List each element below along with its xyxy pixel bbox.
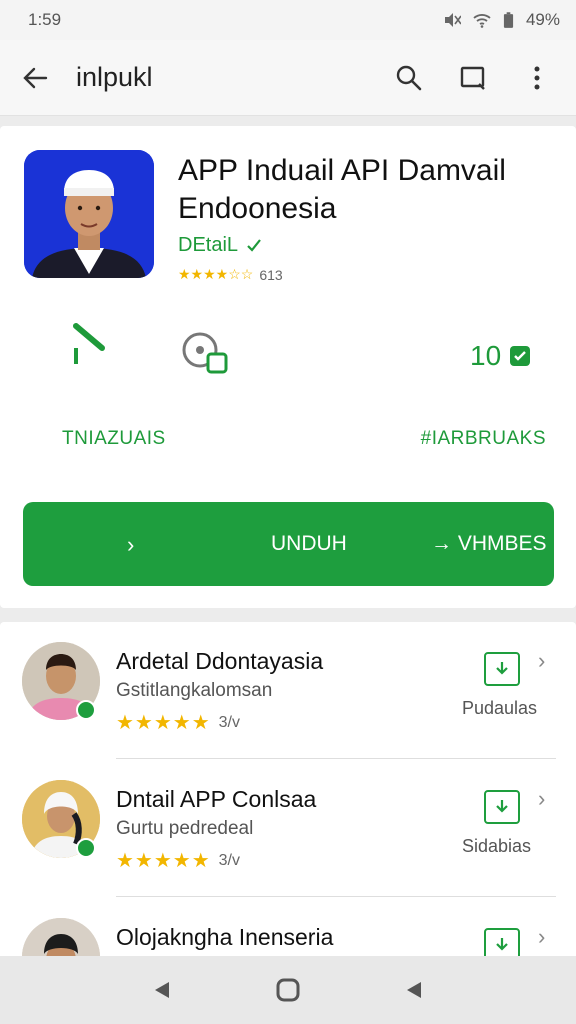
divider bbox=[116, 896, 556, 897]
chevron-right-icon[interactable]: › bbox=[538, 786, 545, 812]
item-stars: ★★★★★ bbox=[116, 712, 211, 734]
rating-stars: ★★★★☆☆ bbox=[178, 266, 254, 282]
top-app-bar: inlpukl bbox=[0, 40, 576, 116]
cast-icon[interactable] bbox=[458, 63, 488, 93]
divider bbox=[116, 758, 556, 759]
rating-count: 613 bbox=[259, 266, 283, 283]
list-item[interactable]: Ardetal Ddontayasia Gstitlangkalomsan ★★… bbox=[0, 622, 576, 760]
install-label: UNDUH bbox=[271, 532, 347, 555]
item-name: Ardetal Ddontayasia bbox=[116, 648, 324, 674]
item-rating: ★★★★★ 3/v bbox=[116, 848, 240, 873]
stat-left-label: TNIAZUAIS bbox=[62, 428, 166, 449]
wifi-icon bbox=[473, 14, 491, 28]
related-apps-card: Ardetal Ddontayasia Gstitlangkalomsan ★★… bbox=[0, 622, 576, 962]
app-rating: ★★★★☆☆ 613 bbox=[178, 266, 283, 283]
chevron-right-icon[interactable]: › bbox=[538, 924, 545, 950]
check-badge-icon bbox=[510, 346, 531, 366]
status-icons: 49% bbox=[443, 10, 560, 30]
app-detail-card: APP Induail API Damvail Endoonesia DEtai… bbox=[0, 126, 576, 608]
developer-name: DEtaiL bbox=[178, 234, 239, 256]
stat-number: 10 bbox=[470, 340, 502, 371]
disc-icon bbox=[182, 332, 228, 374]
item-action-label: Pudaulas bbox=[462, 698, 538, 718]
developer-link[interactable]: DEtaiL bbox=[178, 234, 262, 257]
item-subtitle: Gstitlangkalomsan bbox=[116, 680, 273, 701]
item-rating-value: 3/v bbox=[218, 713, 240, 731]
mute-icon bbox=[444, 13, 461, 27]
app-icon-portrait bbox=[24, 150, 154, 278]
system-nav-bar bbox=[0, 956, 576, 1024]
item-stars: ★★★★★ bbox=[116, 850, 211, 872]
nav-recents-icon[interactable] bbox=[403, 979, 425, 1001]
download-icon[interactable] bbox=[484, 652, 520, 686]
item-name: Dntail APP Conlsaa bbox=[116, 786, 317, 812]
nav-home-icon[interactable] bbox=[276, 978, 300, 1002]
search-icon[interactable] bbox=[394, 63, 424, 93]
status-bar: 1:59 49% bbox=[0, 0, 576, 40]
item-rating: ★★★★★ 3/v bbox=[116, 710, 240, 735]
brush-icon bbox=[73, 323, 105, 364]
install-button[interactable]: › UNDUH → VHMBES bbox=[23, 502, 554, 586]
stat-value: 10 bbox=[470, 340, 531, 372]
item-action-label: Sidabias bbox=[462, 836, 532, 856]
more-label: → VHMBES bbox=[431, 532, 547, 555]
app-title: APP Induail API Damvail Endoonesia bbox=[178, 154, 506, 225]
list-item[interactable]: Olojakngha Inenseria › bbox=[0, 898, 576, 962]
item-name: Olojakngha Inenseria bbox=[116, 924, 334, 950]
toolbar-actions bbox=[394, 63, 552, 93]
battery-percent: 49% bbox=[525, 10, 560, 29]
chevron-right-icon[interactable]: › bbox=[538, 648, 545, 674]
page-title: inlpukl bbox=[76, 62, 153, 92]
battery-icon bbox=[503, 11, 514, 28]
status-badge bbox=[76, 700, 96, 720]
nav-back-icon[interactable] bbox=[151, 979, 173, 1001]
download-icon[interactable] bbox=[484, 790, 520, 824]
list-item[interactable]: Dntail APP Conlsaa Gurtu pedredeal ★★★★★… bbox=[0, 760, 576, 898]
item-subtitle: Gurtu pedredeal bbox=[116, 818, 254, 839]
verified-icon bbox=[247, 238, 261, 252]
item-rating-value: 3/v bbox=[218, 851, 240, 869]
chevron-right-icon: › bbox=[127, 532, 135, 557]
status-badge bbox=[76, 838, 96, 858]
app-icon[interactable] bbox=[24, 150, 154, 278]
status-time: 1:59 bbox=[28, 10, 62, 29]
back-arrow-icon[interactable] bbox=[20, 63, 50, 93]
stat-right-label: #IARBRUAKS bbox=[420, 428, 546, 449]
more-vert-icon[interactable] bbox=[522, 63, 552, 93]
